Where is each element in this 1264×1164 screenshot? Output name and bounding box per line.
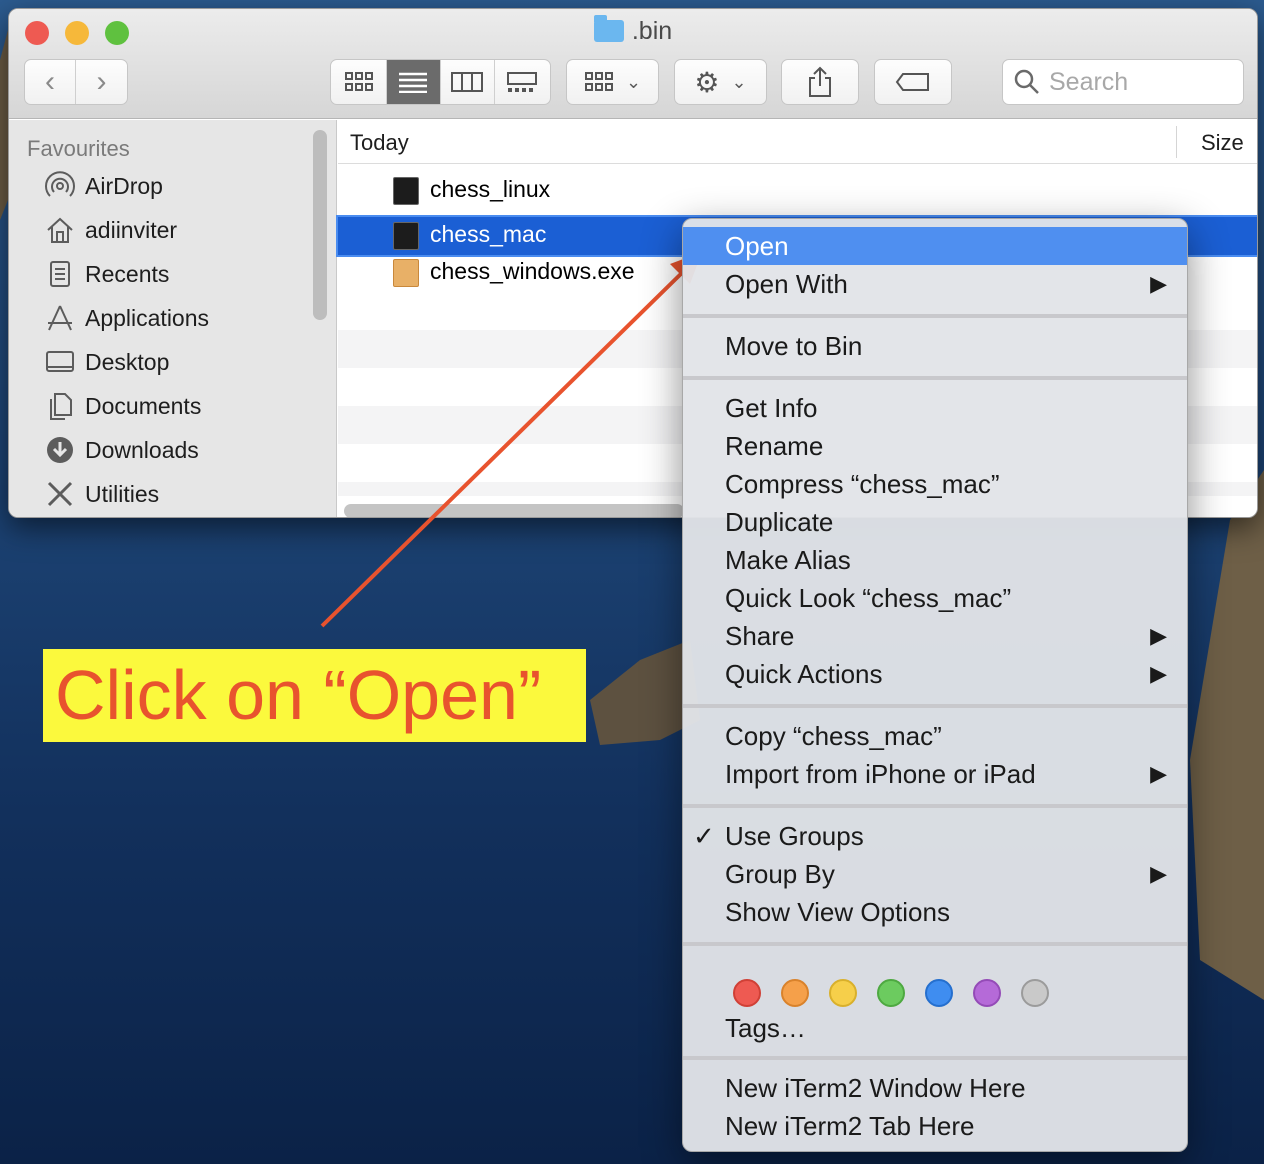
menu-item-quick-actions[interactable]: Quick Actions ▶ (683, 655, 1187, 693)
tag-yellow-button[interactable] (829, 979, 857, 1007)
menu-separator (683, 376, 1187, 380)
submenu-arrow-icon: ▶ (1150, 861, 1167, 886)
menu-item-rename[interactable]: Rename (683, 427, 1187, 465)
menu-item-quick-look[interactable]: Quick Look “chess_mac” (683, 579, 1187, 617)
tag-green-button[interactable] (877, 979, 905, 1007)
menu-item-group-by[interactable]: Group By ▶ (683, 855, 1187, 893)
menu-separator (683, 804, 1187, 808)
menu-item-use-groups[interactable]: ✓ Use Groups (683, 817, 1187, 855)
menu-item-iterm-tab[interactable]: New iTerm2 Tab Here (683, 1107, 1187, 1145)
checkmark-icon: ✓ (693, 821, 715, 851)
menu-item-share[interactable]: Share ▶ (683, 617, 1187, 655)
tag-blue-button[interactable] (925, 979, 953, 1007)
menu-separator (683, 704, 1187, 708)
submenu-arrow-icon: ▶ (1150, 271, 1167, 296)
context-menu: Open Open With ▶ Move to Bin Get Info Ren… (682, 218, 1188, 1152)
menu-item-import[interactable]: Import from iPhone or iPad ▶ (683, 755, 1187, 793)
menu-item-duplicate[interactable]: Duplicate (683, 503, 1187, 541)
menu-separator (683, 942, 1187, 946)
menu-item-move-to-bin[interactable]: Move to Bin (683, 327, 1187, 365)
menu-separator (683, 1056, 1187, 1060)
submenu-arrow-icon: ▶ (1150, 623, 1167, 648)
menu-item-get-info[interactable]: Get Info (683, 389, 1187, 427)
menu-item-tags[interactable]: Tags… (683, 1009, 1187, 1047)
menu-item-open[interactable]: Open (683, 227, 1187, 265)
menu-separator (683, 314, 1187, 318)
menu-item-make-alias[interactable]: Make Alias (683, 541, 1187, 579)
menu-item-copy[interactable]: Copy “chess_mac” (683, 717, 1187, 755)
tag-red-button[interactable] (733, 979, 761, 1007)
tag-orange-button[interactable] (781, 979, 809, 1007)
tag-gray-button[interactable] (1021, 979, 1049, 1007)
menu-item-open-with[interactable]: Open With ▶ (683, 265, 1187, 303)
tag-purple-button[interactable] (973, 979, 1001, 1007)
submenu-arrow-icon: ▶ (1150, 661, 1167, 686)
menu-item-show-view-options[interactable]: Show View Options (683, 893, 1187, 931)
menu-item-iterm-window[interactable]: New iTerm2 Window Here (683, 1069, 1187, 1107)
submenu-arrow-icon: ▶ (1150, 761, 1167, 786)
annotation-label: Click on “Open” (43, 649, 586, 742)
menu-item-compress[interactable]: Compress “chess_mac” (683, 465, 1187, 503)
